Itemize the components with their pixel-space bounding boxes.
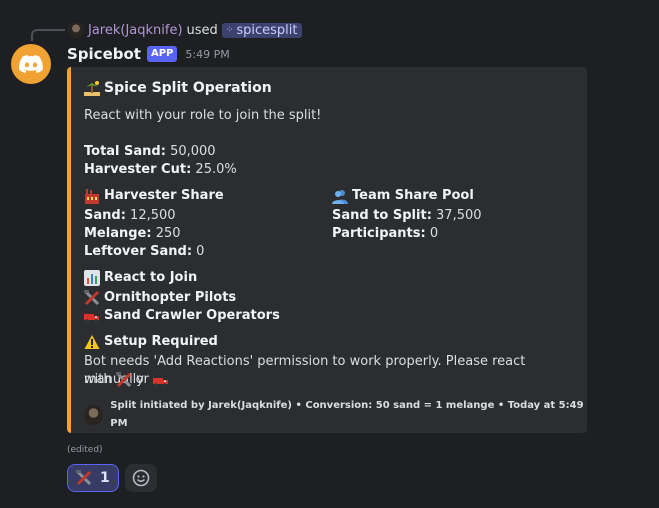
reply-username[interactable]: Jarek(Jaqknife) <box>88 23 183 38</box>
footer-avatar <box>84 405 104 425</box>
truck-icon <box>84 314 99 323</box>
harvester-sand: Sand: 12,500 <box>84 207 176 225</box>
warning-icon <box>84 335 100 349</box>
role-ornithopter-pilots: Ornithopter Pilots <box>84 289 236 307</box>
harvester-share-heading: Harvester Share <box>84 187 224 205</box>
harvester-leftover: Leftover Sand: 0 <box>84 243 204 261</box>
harvester-leftover-label: Leftover Sand: <box>84 244 193 259</box>
bot-name[interactable]: Spicebot <box>67 45 141 63</box>
crossed-tools-icon <box>84 290 100 306</box>
role2-label: Sand Crawler Operators <box>104 308 280 323</box>
footer-text: Split initiated by Jarek(Jaqknife) • Con… <box>110 400 584 429</box>
crossed-tools-icon <box>115 372 131 388</box>
embed-card: Spice Split Operation React with your ro… <box>67 67 587 433</box>
harvester-cut-value: 25.0% <box>195 162 237 177</box>
crossed-tools-icon <box>76 470 92 486</box>
setup-required-heading: Setup Required <box>84 333 218 351</box>
setup-required-title: Setup Required <box>104 334 218 349</box>
harvester-sand-label: Sand: <box>84 208 126 223</box>
total-sand-label: Total Sand: <box>84 144 166 159</box>
role-sand-crawler-operators: Sand Crawler Operators <box>84 307 280 325</box>
bot-avatar[interactable] <box>11 44 51 84</box>
reaction-crossed-tools[interactable]: 1 <box>67 464 119 492</box>
embed-footer: Split initiated by Jarek(Jaqknife) • Con… <box>84 397 587 433</box>
team-sand-value: 37,500 <box>436 208 482 223</box>
harvester-melange-label: Melange: <box>84 226 152 241</box>
reaction-count: 1 <box>100 470 110 486</box>
message-timestamp[interactable]: 5:49 PM <box>185 48 229 61</box>
reply-used-text: used <box>186 22 218 38</box>
reply-context[interactable]: Jarek(Jaqknife) used ⁘ spicesplit <box>68 21 302 39</box>
command-mention[interactable]: ⁘ spicesplit <box>221 22 302 38</box>
team-sand-label: Sand to Split: <box>332 208 432 223</box>
total-sand: Total Sand: 50,000 <box>84 143 216 161</box>
harvester-sand-value: 12,500 <box>130 208 176 223</box>
harvester-melange-value: 250 <box>155 226 181 241</box>
message-header: Spicebot APP 5:49 PM <box>67 44 230 64</box>
team-share-heading: Team Share Pool <box>332 187 474 205</box>
team-sand-to-split: Sand to Split: 37,500 <box>332 207 482 225</box>
setup-required-line2: with or <box>84 371 169 389</box>
app-badge: APP <box>146 46 178 62</box>
team-share-title: Team Share Pool <box>352 188 474 203</box>
react-to-join-heading: React to Join <box>84 269 197 287</box>
embed-title-text: Spice Split Operation <box>104 80 272 96</box>
embed-title: Spice Split Operation <box>84 79 272 97</box>
reactions-bar: 1 <box>67 464 157 492</box>
edited-marker: (edited) <box>67 445 103 455</box>
setup-or: or <box>135 372 149 387</box>
harvester-cut: Harvester Cut: 25.0% <box>84 161 237 179</box>
add-reaction-icon <box>132 469 150 487</box>
reply-connector <box>31 29 65 41</box>
bar-chart-icon <box>84 270 100 286</box>
embed-description: React with your role to join the split! <box>84 108 322 123</box>
team-participants-value: 0 <box>429 226 439 241</box>
harvester-cut-label: Harvester Cut: <box>84 162 192 177</box>
truck-icon <box>152 378 168 387</box>
harvester-melange: Melange: 250 <box>84 225 181 243</box>
reply-user-avatar[interactable] <box>68 22 84 38</box>
harvester-leftover-value: 0 <box>196 244 205 259</box>
total-sand-value: 50,000 <box>170 144 216 159</box>
desert-island-icon <box>84 81 100 96</box>
react-to-join-title: React to Join <box>104 270 198 285</box>
team-participants: Participants: 0 <box>332 225 438 243</box>
team-participants-label: Participants: <box>332 226 426 241</box>
command-name: spicesplit <box>236 22 298 38</box>
add-reaction-button[interactable] <box>125 464 157 492</box>
busts-icon <box>332 190 348 204</box>
factory-icon <box>85 189 99 204</box>
slash-command-icon: ⁘ <box>225 25 234 35</box>
role1-label: Ornithopter Pilots <box>104 290 237 305</box>
harvester-share-title: Harvester Share <box>104 188 224 203</box>
setup-with: with <box>84 372 112 387</box>
discord-logo-icon <box>19 55 43 73</box>
